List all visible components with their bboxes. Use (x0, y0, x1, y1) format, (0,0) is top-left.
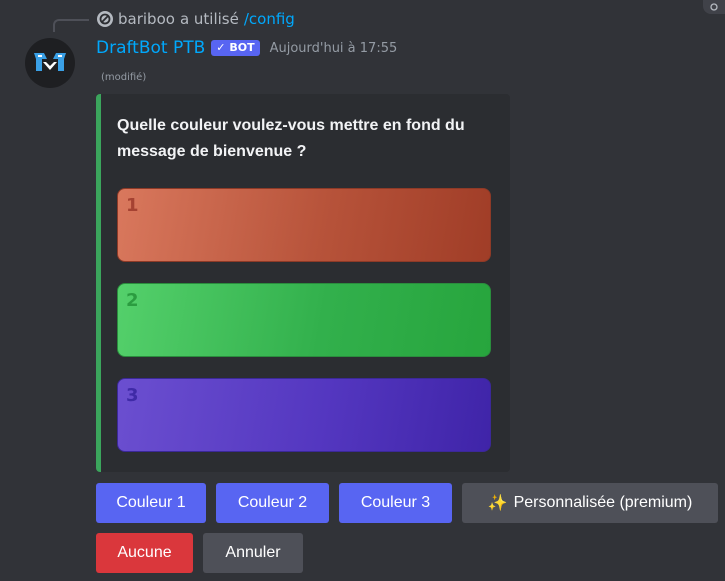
draftbot-logo-icon (34, 53, 66, 71)
color-1-button[interactable]: Couleur 1 (96, 483, 206, 523)
embed-title: Quelle couleur voulez-vous mettre en fon… (117, 117, 465, 160)
author-name[interactable]: DraftBot PTB (96, 38, 205, 58)
button-label: Annuler (225, 544, 281, 561)
reply-action-text: a utilisé (179, 10, 239, 28)
message-header: DraftBot PTB ✓ BOT Aujourd'hui à 17:55 (96, 36, 397, 60)
color-swatch-2: 2 (117, 283, 491, 357)
button-label: Aucune (117, 544, 172, 561)
swatch-number: 2 (126, 290, 139, 311)
color-2-button[interactable]: Couleur 2 (216, 483, 329, 523)
reply-username[interactable]: bariboo (118, 10, 175, 28)
bot-badge: ✓ BOT (211, 40, 260, 56)
color-swatch-3: 3 (117, 378, 491, 452)
swatch-number: 1 (126, 195, 139, 216)
button-label: Personnalisée (premium) (513, 494, 693, 511)
message-timestamp[interactable]: Aujourd'hui à 17:55 (270, 41, 398, 56)
cancel-button[interactable]: Annuler (203, 533, 303, 573)
message-options-icon[interactable] (703, 0, 725, 14)
reply-connector (53, 19, 89, 32)
custom-premium-button[interactable]: ✨ Personnalisée (premium) (462, 483, 718, 523)
reply-command[interactable]: /config (244, 10, 295, 28)
color-swatch-1: 1 (117, 188, 491, 262)
reply-context[interactable]: bariboo a utilisé /config (97, 9, 295, 29)
color-3-button[interactable]: Couleur 3 (339, 483, 452, 523)
button-label: Couleur 1 (116, 494, 186, 511)
swatch-number: 3 (126, 385, 139, 406)
button-label: Couleur 2 (237, 494, 308, 511)
bot-avatar[interactable] (25, 38, 75, 88)
embed-card: Quelle couleur voulez-vous mettre en fon… (96, 94, 510, 472)
button-label: Couleur 3 (360, 494, 431, 511)
sparkles-icon: ✨ (487, 495, 508, 512)
none-button[interactable]: Aucune (96, 533, 193, 573)
edited-label: (modifié) (101, 72, 147, 83)
reply-avatar-icon (97, 11, 113, 27)
